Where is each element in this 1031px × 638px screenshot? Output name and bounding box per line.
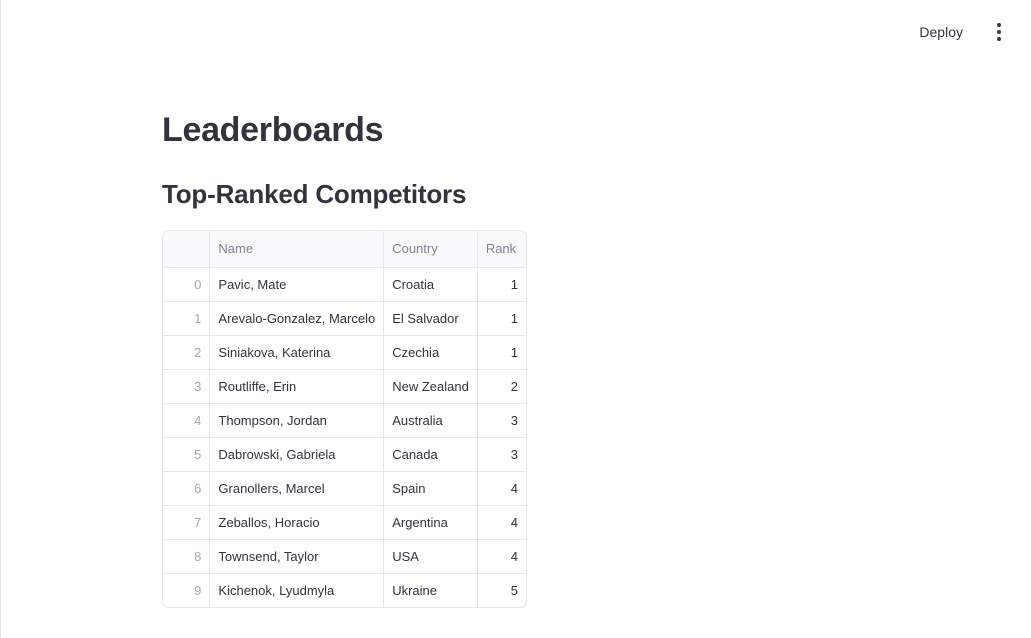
rank-cell[interactable]: 4 [477,539,526,574]
rank-cell[interactable]: 4 [477,505,526,540]
name-cell[interactable]: Dabrowski, Gabriela [209,437,385,472]
page-title: Leaderboards [162,111,384,149]
leaderboard-table: Name Country Rank 0 Pavic, Mate Croatia 1 1 A… [163,231,526,607]
country-cell[interactable]: New Zealand [383,369,478,404]
table-row: 3 Routliffe, Erin New Zealand 2 [163,369,526,404]
country-cell[interactable]: Argentina [383,505,478,540]
table-row: 5 Dabrowski, Gabriela Canada 3 [163,437,526,472]
table-row: 2 Siniakova, Katerina Czechia 1 [163,335,526,370]
row-index-cell[interactable]: 0 [163,267,211,302]
row-index-cell[interactable]: 8 [163,539,211,574]
more-menu-icon[interactable] [989,18,1009,46]
table-row: 4 Thompson, Jordan Australia 3 [163,403,526,438]
rank-cell[interactable]: 2 [477,369,526,404]
country-cell[interactable]: Australia [383,403,478,438]
header-toolbar: Deploy [911,18,1009,46]
row-index-cell[interactable]: 5 [163,437,211,472]
table-header-row: Name Country Rank [163,231,526,268]
row-index-cell[interactable]: 4 [163,403,211,438]
name-cell[interactable]: Arevalo-Gonzalez, Marcelo [209,301,385,336]
rank-cell[interactable]: 3 [477,437,526,472]
country-cell[interactable]: Czechia [383,335,478,370]
column-header-rank[interactable]: Rank [477,231,526,268]
rank-cell[interactable]: 3 [477,403,526,438]
name-cell[interactable]: Siniakova, Katerina [209,335,385,370]
row-index-cell[interactable]: 6 [163,471,211,506]
country-cell[interactable]: Canada [383,437,478,472]
name-cell[interactable]: Pavic, Mate [209,267,385,302]
leaderboard-dataframe[interactable]: Name Country Rank 0 Pavic, Mate Croatia 1 1 A… [162,230,527,608]
country-cell[interactable]: Spain [383,471,478,506]
column-header-country[interactable]: Country [383,231,478,268]
name-cell[interactable]: Routliffe, Erin [209,369,385,404]
row-index-cell[interactable]: 2 [163,335,211,370]
name-cell[interactable]: Kichenok, Lyudmyla [209,573,385,607]
country-cell[interactable]: El Salvador [383,301,478,336]
country-cell[interactable]: Croatia [383,267,478,302]
section-heading: Top-Ranked Competitors [162,179,467,209]
name-cell[interactable]: Granollers, Marcel [209,471,385,506]
row-index-cell[interactable]: 9 [163,573,211,607]
column-header-name[interactable]: Name [209,231,385,268]
country-cell[interactable]: Ukraine [383,573,478,607]
column-header-index[interactable] [163,231,211,268]
table-row: 8 Townsend, Taylor USA 4 [163,539,526,574]
row-index-cell[interactable]: 7 [163,505,211,540]
name-cell[interactable]: Townsend, Taylor [209,539,385,574]
main-content: Leaderboards Top-Ranked Competitors Name… [162,104,527,608]
rank-cell[interactable]: 1 [477,335,526,370]
row-index-cell[interactable]: 3 [163,369,211,404]
table-row: 0 Pavic, Mate Croatia 1 [163,267,526,302]
table-row: 6 Granollers, Marcel Spain 4 [163,471,526,506]
table-row: 7 Zeballos, Horacio Argentina 4 [163,505,526,540]
table-row: 9 Kichenok, Lyudmyla Ukraine 5 [163,573,526,607]
app-window: Deploy Leaderboards Top-Ranked Competito… [0,0,1031,638]
deploy-button[interactable]: Deploy [911,20,971,44]
name-cell[interactable]: Zeballos, Horacio [209,505,385,540]
name-cell[interactable]: Thompson, Jordan [209,403,385,438]
row-index-cell[interactable]: 1 [163,301,211,336]
country-cell[interactable]: USA [383,539,478,574]
rank-cell[interactable]: 1 [477,301,526,336]
rank-cell[interactable]: 1 [477,267,526,302]
table-row: 1 Arevalo-Gonzalez, Marcelo El Salvador 1 [163,301,526,336]
rank-cell[interactable]: 4 [477,471,526,506]
table-body: 0 Pavic, Mate Croatia 1 1 Arevalo-Gonzalez, M… [163,267,526,607]
rank-cell[interactable]: 5 [477,573,526,607]
